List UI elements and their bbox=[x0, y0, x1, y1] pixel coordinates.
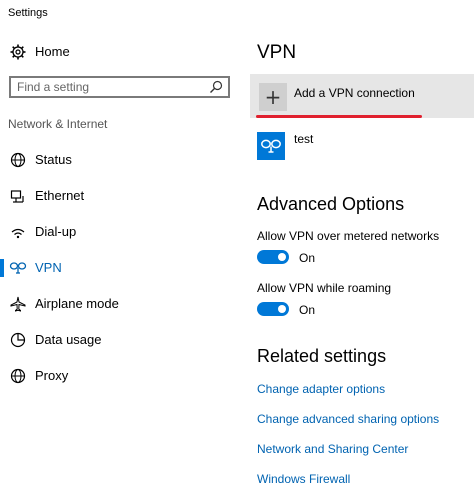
change-advanced-sharing-options-link[interactable]: Change advanced sharing options bbox=[257, 412, 439, 426]
sidebar-item-dialup[interactable]: Dial-up bbox=[0, 214, 240, 250]
roaming-label: Allow VPN while roaming bbox=[257, 281, 392, 295]
roaming-state: On bbox=[299, 303, 316, 317]
globe-icon bbox=[9, 151, 27, 169]
sidebar-item-label: Ethernet bbox=[35, 188, 85, 203]
windows-firewall-link[interactable]: Windows Firewall bbox=[257, 472, 350, 486]
vpn-icon bbox=[257, 132, 285, 160]
toggle-knob bbox=[278, 305, 286, 313]
home-nav-item[interactable]: Home bbox=[0, 34, 240, 70]
roaming-toggle[interactable] bbox=[257, 302, 289, 316]
metered-networks-state: On bbox=[299, 251, 316, 265]
add-vpn-label: Add a VPN connection bbox=[294, 86, 415, 100]
sidebar: Home Network & Internet Status bbox=[0, 26, 240, 489]
sidebar-item-proxy[interactable]: Proxy bbox=[0, 358, 240, 394]
toggle-knob bbox=[278, 253, 286, 261]
sidebar-item-status[interactable]: Status bbox=[0, 142, 240, 178]
vpn-connection-name: test bbox=[294, 132, 314, 146]
sidebar-item-label: Status bbox=[35, 152, 72, 167]
sidebar-item-vpn[interactable]: VPN bbox=[0, 250, 240, 286]
search-icon[interactable] bbox=[209, 80, 223, 94]
sidebar-item-label: Dial-up bbox=[35, 224, 77, 239]
metered-networks-toggle[interactable] bbox=[257, 250, 289, 264]
main-content: VPN + Add a VPN connection test Advanced… bbox=[240, 26, 474, 489]
data-usage-icon bbox=[9, 331, 27, 349]
sidebar-item-airplane-mode[interactable]: Airplane mode bbox=[0, 286, 240, 322]
sidebar-item-data-usage[interactable]: Data usage bbox=[0, 322, 240, 358]
add-vpn-connection-button[interactable]: + Add a VPN connection bbox=[250, 74, 474, 118]
search-box[interactable] bbox=[9, 76, 230, 98]
gear-icon bbox=[9, 43, 27, 61]
sidebar-item-label: Proxy bbox=[35, 368, 69, 383]
active-indicator bbox=[0, 259, 4, 277]
sidebar-item-label: Airplane mode bbox=[35, 296, 119, 311]
airplane-icon bbox=[9, 295, 27, 313]
vpn-connection-item[interactable]: test bbox=[257, 132, 467, 162]
related-settings-heading: Related settings bbox=[257, 346, 387, 366]
section-label-network: Network & Internet bbox=[8, 117, 108, 131]
plus-icon: + bbox=[259, 83, 287, 111]
home-label: Home bbox=[35, 44, 70, 59]
title-bar: Settings bbox=[0, 0, 474, 26]
advanced-options-heading: Advanced Options bbox=[257, 194, 405, 214]
annotation-underline bbox=[256, 115, 422, 118]
window-title: Settings bbox=[8, 7, 48, 19]
metered-networks-label: Allow VPN over metered networks bbox=[257, 229, 440, 243]
sidebar-item-ethernet[interactable]: Ethernet bbox=[0, 178, 240, 214]
change-adapter-options-link[interactable]: Change adapter options bbox=[257, 382, 385, 396]
sidebar-item-label: VPN bbox=[35, 260, 62, 275]
page-title: VPN bbox=[257, 42, 297, 63]
network-and-sharing-center-link[interactable]: Network and Sharing Center bbox=[257, 442, 408, 456]
search-input[interactable] bbox=[17, 78, 207, 96]
vpn-icon bbox=[9, 259, 27, 277]
dialup-icon bbox=[9, 223, 27, 241]
ethernet-icon bbox=[9, 187, 27, 205]
sidebar-item-label: Data usage bbox=[35, 332, 102, 347]
globe-icon bbox=[9, 367, 27, 385]
